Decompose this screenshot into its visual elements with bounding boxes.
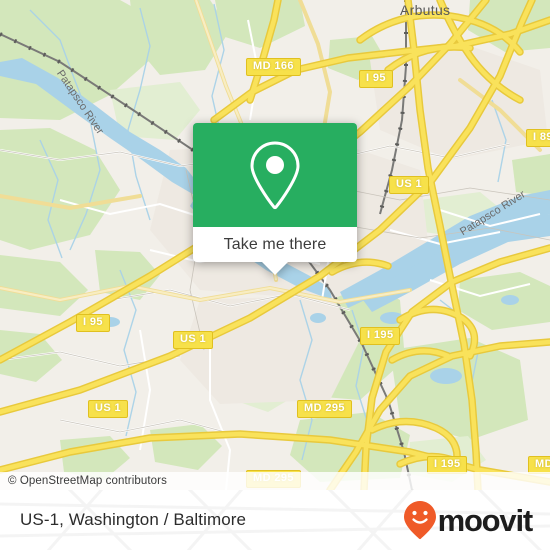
- road-shield-us-1-upper[interactable]: US 1: [389, 176, 430, 194]
- take-me-there-label: Take me there: [223, 235, 327, 253]
- road-shield-i-895[interactable]: I 895: [526, 129, 550, 147]
- destination-callout-card[interactable]: Take me there: [193, 123, 357, 275]
- road-shield-us-1-lower[interactable]: US 1: [88, 400, 129, 418]
- footer-bar: US-1, Washington / Baltimore moovit: [0, 490, 550, 550]
- road-shield-i-95-mid[interactable]: I 95: [76, 314, 110, 332]
- moovit-map-screenshot: Patapsco River Patapsco River Arbutus MD…: [0, 0, 550, 550]
- map-pin-icon: [250, 141, 300, 210]
- osm-attribution[interactable]: © OpenStreetMap contributors: [0, 472, 550, 490]
- callout-pin-panel: [193, 123, 357, 227]
- road-shield-i-195-upper[interactable]: I 195: [360, 327, 401, 345]
- road-shield-i-95-north[interactable]: I 95: [359, 70, 393, 88]
- road-shield-md-166[interactable]: MD 166: [246, 58, 301, 76]
- road-shield-md-295-mid[interactable]: MD 295: [297, 400, 352, 418]
- city-label-arbutus: Arbutus: [400, 2, 451, 18]
- moovit-logo[interactable]: moovit: [403, 500, 534, 540]
- map-canvas[interactable]: Patapsco River Patapsco River Arbutus MD…: [0, 0, 550, 490]
- callout-action-bar[interactable]: Take me there: [193, 227, 357, 275]
- moovit-pin-smiley-icon: [403, 501, 436, 540]
- location-title: US-1, Washington / Baltimore: [20, 510, 247, 529]
- moovit-wordmark: moovit: [437, 502, 534, 538]
- road-shield-us-1-mid[interactable]: US 1: [173, 331, 214, 349]
- callout-tail: [262, 262, 288, 275]
